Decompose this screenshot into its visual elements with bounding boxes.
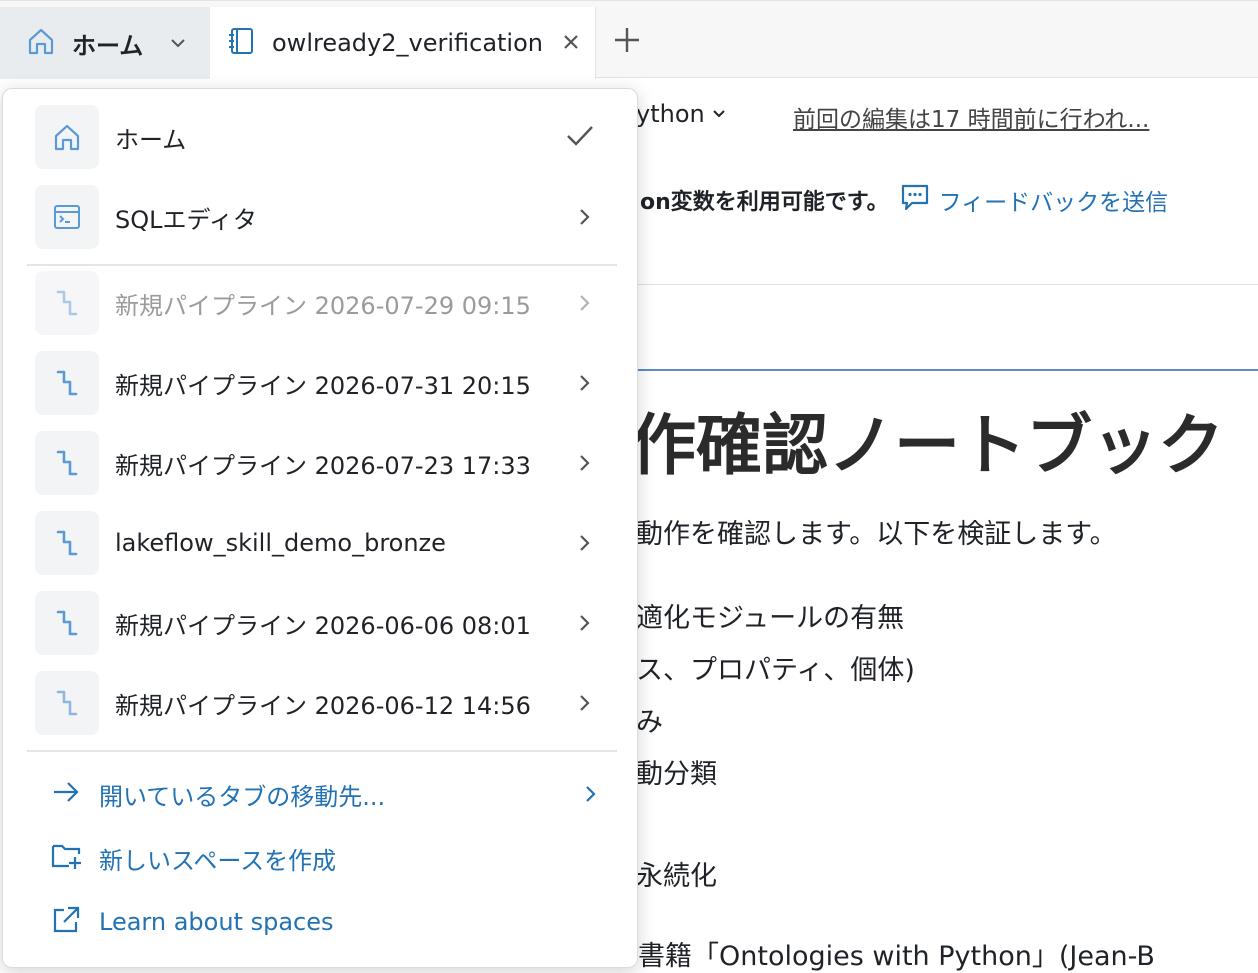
menu-item-label: 新規パイプライン 2026-06-12 14:56	[115, 691, 531, 720]
menu-item-label: 新規パイプライン 2026-07-29 09:15	[115, 291, 531, 320]
chevron-down-icon	[711, 100, 727, 128]
tab-bar: ホーム owlready2_verification	[0, 0, 1258, 79]
notebook-icon	[226, 26, 256, 60]
last-edit-link[interactable]: 前回の編集は17 時間前に行われ...	[793, 100, 1149, 134]
menu-item-recent-pipeline[interactable]: 新規パイプライン 2026-06-12 14:56	[35, 671, 613, 735]
menu-item-sql-editor[interactable]: SQLエディタ	[35, 185, 613, 249]
folder-plus-icon	[51, 841, 83, 875]
home-dropdown-menu: ホーム SQLエディタ 新規パイプライン 2026-07-29 09:15 新規…	[2, 88, 638, 968]
notebook-text-line: み	[636, 707, 663, 738]
chevron-right-icon	[575, 611, 595, 639]
home-icon	[26, 26, 56, 60]
menu-separator	[27, 750, 617, 752]
language-select[interactable]: ython	[636, 100, 727, 128]
notebook-text-line: 動分類	[636, 759, 717, 790]
chevron-right-icon	[575, 691, 595, 719]
tab-notebook-label: owlready2_verification	[272, 29, 543, 57]
menu-item-recent-pipeline[interactable]: 新規パイプライン 2026-06-06 08:01	[35, 591, 613, 655]
learn-spaces-label: Learn about spaces	[99, 908, 334, 936]
pipeline-icon	[35, 271, 99, 335]
menu-item-recent-pipeline[interactable]: 新規パイプライン 2026-07-23 17:33	[35, 431, 613, 495]
chevron-right-icon	[575, 291, 595, 319]
chevron-right-icon	[575, 451, 595, 479]
notebook-text-line: ス、プロパティ、個体)	[636, 655, 915, 686]
menu-item-label: ホーム	[115, 125, 187, 154]
tab-home[interactable]: ホーム	[0, 7, 210, 79]
menu-item-label: lakeflow_skill_demo_bronze	[115, 529, 446, 557]
home-icon	[35, 105, 99, 169]
tab-home-label: ホーム	[72, 31, 144, 60]
feedback-link[interactable]: フィードバックを送信	[939, 183, 1169, 217]
chevron-right-icon	[581, 782, 601, 810]
menu-item-recent-pipeline[interactable]: 新規パイプライン 2026-07-31 20:15	[35, 351, 613, 415]
menu-separator	[27, 264, 617, 266]
chevron-down-icon[interactable]	[168, 33, 188, 57]
menu-item-label: 新規パイプライン 2026-07-31 20:15	[115, 371, 531, 400]
chevron-right-icon	[575, 531, 595, 559]
pipeline-icon	[35, 671, 99, 735]
notebook-text-line: 動作を確認します。以下を検証します。	[636, 519, 1117, 550]
language-label: ython	[636, 100, 705, 128]
new-space-action[interactable]: 新しいスペースを作成	[51, 838, 336, 878]
add-tab-icon[interactable]	[612, 25, 642, 59]
pipeline-icon	[35, 511, 99, 575]
arrow-right-icon	[51, 777, 81, 811]
menu-item-label: 新規パイプライン 2026-07-23 17:33	[115, 451, 531, 480]
new-space-label: 新しいスペースを作成	[99, 846, 337, 875]
move-tabs-action[interactable]: 開いているタブの移動先...	[51, 774, 601, 814]
tab-notebook[interactable]: owlready2_verification	[210, 7, 596, 79]
info-banner: on変数を利用可能です。 フィードバックを送信	[640, 182, 1168, 218]
notebook-text-line: 永続化	[636, 861, 717, 892]
cell-divider	[638, 369, 1258, 371]
banner-text: on変数を利用可能です。	[640, 190, 889, 215]
pipeline-icon	[35, 431, 99, 495]
menu-item-label: SQLエディタ	[115, 205, 257, 234]
notebook-text-line: 適化モジュールの有無	[636, 603, 905, 634]
menu-item-home[interactable]: ホーム	[35, 105, 613, 169]
pipeline-icon	[35, 591, 99, 655]
external-link-icon	[51, 905, 81, 939]
sql-editor-icon	[35, 185, 99, 249]
chevron-right-icon	[575, 205, 595, 233]
pipeline-icon	[35, 351, 99, 415]
chevron-right-icon	[575, 371, 595, 399]
menu-item-recent-pipeline[interactable]: lakeflow_skill_demo_bronze	[35, 511, 613, 575]
menu-item-recent-pipeline[interactable]: 新規パイプライン 2026-07-29 09:15	[35, 271, 613, 335]
check-icon	[565, 123, 595, 153]
menu-item-label: 新規パイプライン 2026-06-06 08:01	[115, 611, 531, 640]
feedback-icon[interactable]	[899, 182, 931, 218]
notebook-title: 作確認ノートブック	[630, 407, 1224, 484]
close-icon[interactable]	[561, 29, 581, 59]
move-tabs-label: 開いているタブの移動先...	[99, 782, 386, 811]
learn-spaces-link[interactable]: Learn about spaces	[51, 902, 334, 942]
divider	[638, 284, 1258, 285]
